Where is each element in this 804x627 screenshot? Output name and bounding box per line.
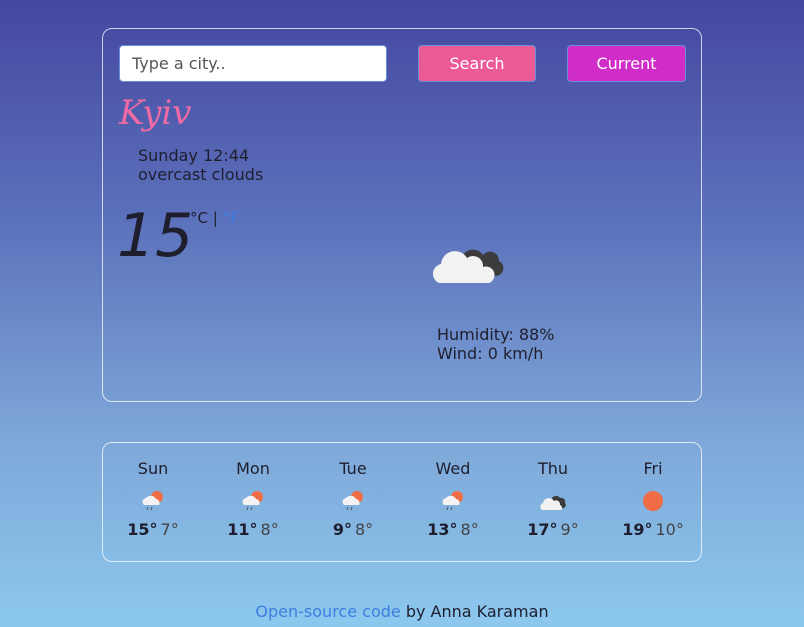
forecast-temps: 19° 10° [603,520,703,539]
forecast-temps: 17° 9° [503,520,603,539]
forecast-day-name: Thu [537,459,569,478]
city-name: Kyiv [119,93,192,133]
forecast-day-name: Sun [137,459,169,478]
celsius-link[interactable]: °C [190,209,208,227]
forecast-min: 8° [354,520,374,539]
overcast-clouds-icon [540,496,566,510]
footer: Open-source code by Anna Karaman [0,602,804,621]
forecast-max: 17° [527,520,558,539]
forecast-max: 13° [427,520,458,539]
current-location-button[interactable]: Current [567,45,686,82]
forecast-max: 15° [127,520,158,539]
forecast-min: 8° [260,520,279,539]
rain-sun-icon [442,491,463,511]
forecast-temps: 15° 7° [103,520,203,539]
forecast-min: 9° [560,520,579,539]
forecast-day-name: Mon [236,459,270,478]
wind-value: Wind: 0 km/h [437,344,544,363]
weather-description: overcast clouds [138,165,264,184]
forecast-max: 9° [332,520,352,539]
humidity-value: Humidity: 88% [437,325,555,344]
rain-sun-icon [142,491,163,511]
forecast-max: 11° [227,520,258,539]
city-search-input[interactable] [119,45,387,82]
forecast-min: 10° [655,520,684,539]
search-button[interactable]: Search [418,45,536,82]
forecast-day-name: Tue [339,459,367,478]
forecast-temps: 13° 8° [403,520,503,539]
forecast-day: Fri 19° 10° [603,459,703,539]
forecast-day-name: Wed [435,459,471,478]
forecast-min: 8° [460,520,479,539]
forecast-temps: 9° 8° [303,520,403,539]
forecast-day: Sun 15° 7° [103,459,203,539]
footer-author: by Anna Karaman [400,602,549,621]
rain-sun-icon [242,491,263,511]
forecast-day: Thu 17° 9° [503,459,603,539]
unit-switcher: °C | °F [190,209,239,227]
unit-separator: | [212,209,218,227]
current-weather-card: Search Current Kyiv Sunday 12:44 overcas… [102,28,702,402]
weather-details: Humidity: 88% Wind: 0 km/h [437,325,554,363]
current-temperature: 15 [117,201,194,271]
forecast-day-name: Fri [643,459,663,478]
source-code-link[interactable]: Open-source code [255,602,400,621]
forecast-day: Tue 9° 8° [303,459,403,539]
forecast-temps: 11° 8° [203,520,303,539]
sun-icon [643,491,663,511]
rain-sun-icon [342,491,363,511]
fahrenheit-link[interactable]: °F [223,209,239,227]
forecast-day: Mon 11° 8° [203,459,303,539]
forecast-max: 19° [622,520,653,539]
forecast-min: 7° [160,520,179,539]
date-time: Sunday 12:44 [138,146,250,165]
overcast-clouds-icon [432,249,504,283]
forecast-day: Wed 13° 8° [403,459,503,539]
forecast-card: Sun 15° 7° Mon 11° 8° Tue 9° 8° Wed 13° … [102,442,702,562]
weather-meta: Sunday 12:44 overcast clouds [138,146,263,184]
